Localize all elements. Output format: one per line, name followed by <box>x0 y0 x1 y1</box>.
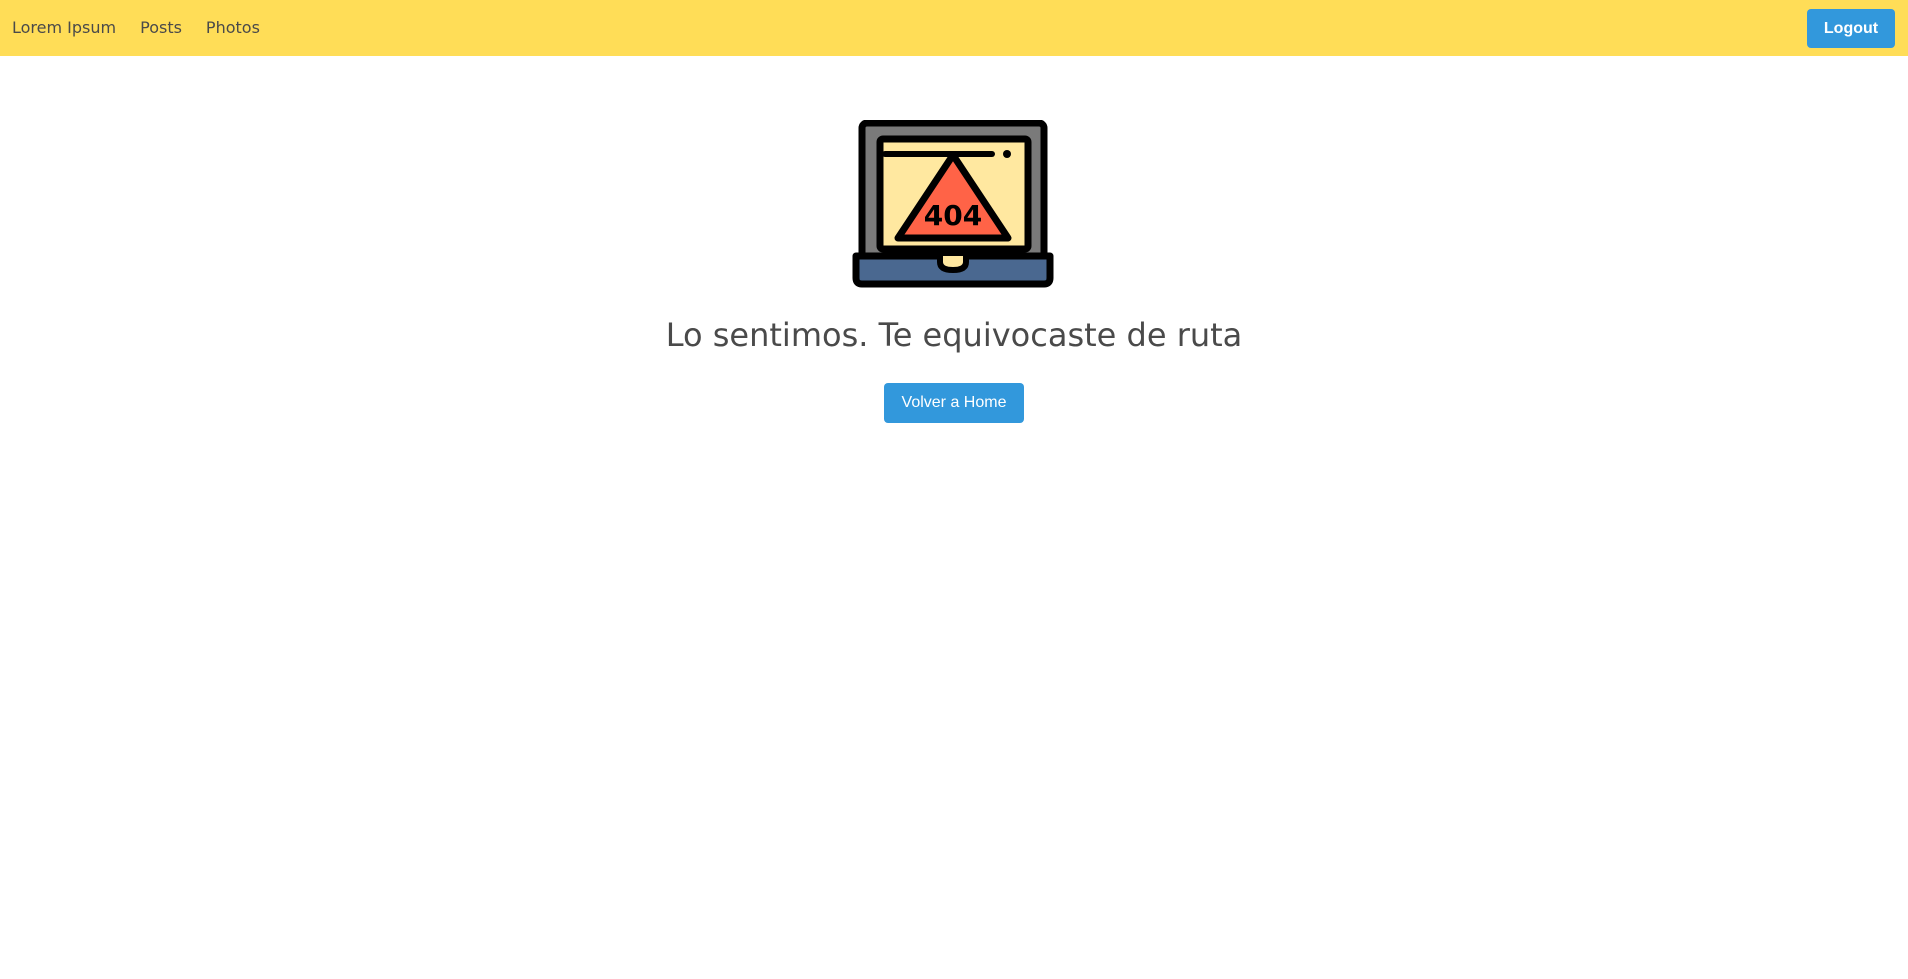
nav-link-photos[interactable]: Photos <box>194 0 272 56</box>
error-message: Lo sentimos. Te equivocaste de ruta <box>665 316 1243 354</box>
home-button[interactable]: Volver a Home <box>884 383 1024 423</box>
laptop-404-icon: 404 <box>852 119 1054 288</box>
icon-404-text: 404 <box>924 199 982 232</box>
nav-links: Lorem Ipsum Posts Photos <box>0 0 272 56</box>
navbar: Lorem Ipsum Posts Photos Logout <box>0 0 1908 56</box>
logout-button[interactable]: Logout <box>1807 9 1895 48</box>
nav-link-posts[interactable]: Posts <box>128 0 194 56</box>
nav-link-lorem-ipsum[interactable]: Lorem Ipsum <box>0 0 128 56</box>
